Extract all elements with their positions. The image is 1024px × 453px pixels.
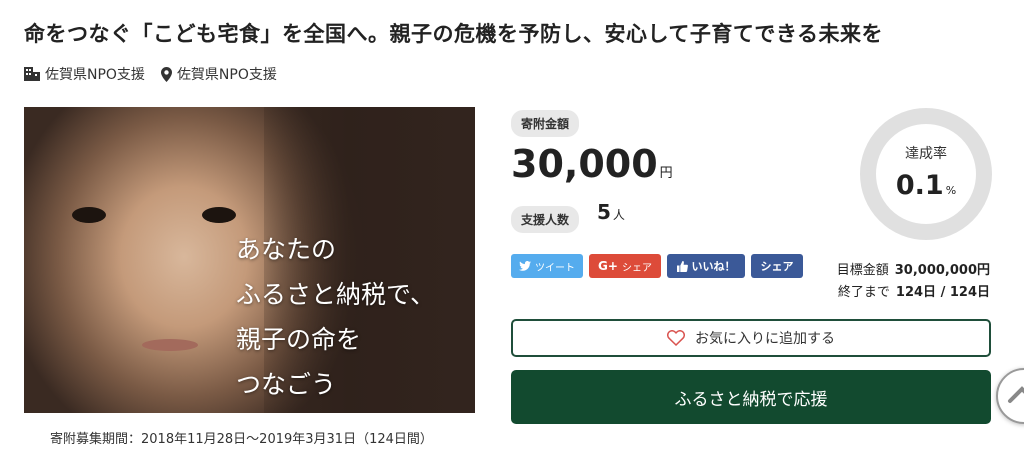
favorite-label: お気に入りに追加する [695, 331, 835, 347]
support-button[interactable]: ふるさと納税で応援 [511, 370, 991, 424]
share-label: シェア [760, 260, 794, 273]
organization-name: 佐賀県NPO支援 [45, 67, 145, 83]
googleplus-share-button[interactable]: G+ シェア [589, 254, 661, 278]
goal-target-value: 30,000,000円 [894, 263, 990, 278]
hero-photo-eye [202, 207, 236, 223]
chevron-up-icon [1008, 386, 1024, 403]
hero-image: あなたの ふるさと納税で、 親子の命を つなごう [24, 107, 475, 413]
project-meta: 佐賀県NPO支援 佐賀県NPO支援 [24, 64, 277, 84]
goal-remaining-value: 124日 / 124日 [895, 285, 990, 300]
thumbs-up-icon [676, 260, 688, 272]
achievement-unit: % [945, 184, 957, 197]
tweet-button[interactable]: ツイート [511, 254, 583, 278]
donation-amount: 30,000 円 [511, 142, 673, 186]
building-icon [24, 67, 40, 81]
amount-unit: 円 [659, 166, 673, 181]
goal-target: 目標金額 30,000,000円 [837, 260, 990, 282]
supporters-count: 5人 [597, 200, 625, 224]
googleplus-label: シェア [621, 262, 652, 274]
goal-remaining: 終了まで 124日 / 124日 [837, 282, 990, 304]
achievement-value: 0.1 [895, 170, 944, 201]
twitter-bird-icon [519, 261, 531, 271]
hero-photo-mouth [142, 339, 198, 351]
achievement-label: 達成率 [905, 146, 947, 162]
like-label: いいね！ [691, 260, 736, 273]
achievement-rate: 0.1% [860, 170, 992, 201]
supporters-value: 5 [597, 200, 611, 224]
goal-remaining-label: 終了まで [837, 285, 890, 300]
hero-caption-line: ふるさと納税で、 [236, 280, 436, 309]
tweet-label: ツイート [535, 262, 575, 274]
amount-label: 寄附金額 [511, 110, 580, 137]
scroll-to-top-button[interactable] [996, 368, 1024, 424]
donation-period: 寄附募集期間：2018年11月28日～2019年3月31日（124日間） [50, 432, 433, 447]
location-name: 佐賀県NPO支援 [176, 67, 277, 83]
hero-caption: あなたの ふるさと納税で、 親子の命を つなごう [236, 227, 435, 407]
location-pin-icon [160, 66, 172, 82]
facebook-share-button[interactable]: シェア [751, 254, 803, 278]
organization[interactable]: 佐賀県NPO支援 [24, 64, 145, 84]
goal-target-label: 目標金額 [836, 263, 889, 278]
supporters-unit: 人 [612, 208, 625, 222]
hero-caption-line: つなごう [236, 370, 337, 399]
heart-icon [667, 330, 685, 346]
hero-caption-line: 親子の命を [236, 325, 362, 354]
location[interactable]: 佐賀県NPO支援 [160, 64, 277, 84]
add-to-favorites-button[interactable]: お気に入りに追加する [511, 319, 991, 357]
goal-info: 目標金額 30,000,000円 終了まで 124日 / 124日 [837, 260, 990, 304]
googleplus-icon: G+ [598, 259, 618, 273]
supporters-label: 支援人数 [511, 206, 580, 233]
amount-value: 30,000 [511, 142, 658, 186]
page-title: 命をつなぐ「こども宅食」を全国へ。親子の危機を予防し、安心して子育てできる未来を [24, 22, 883, 46]
hero-caption-line: あなたの [236, 235, 337, 264]
hero-photo-eye [72, 207, 106, 223]
social-buttons: ツイート G+ シェア いいね！ シェア [511, 254, 803, 278]
facebook-like-button[interactable]: いいね！ [667, 254, 745, 278]
